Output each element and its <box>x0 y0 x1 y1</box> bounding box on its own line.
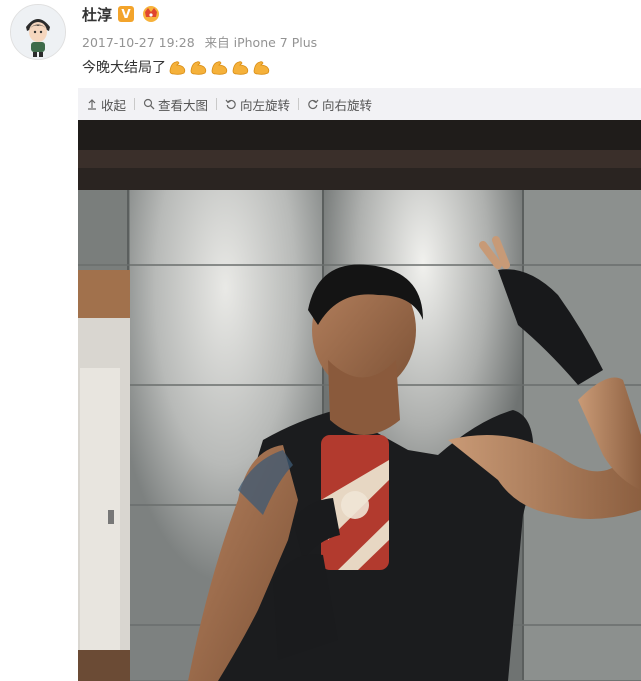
post-header: 杜淳 V 2017-10-27 19:28 来自 iPhone 7 Plus 今… <box>0 0 641 88</box>
post-timestamp[interactable]: 2017-10-27 19:28 <box>82 35 195 50</box>
flexed-biceps-icon <box>190 61 207 75</box>
post-meta: 2017-10-27 19:28 来自 iPhone 7 Plus <box>82 32 317 51</box>
rotate-left-button[interactable]: 向左旋转 <box>217 95 298 114</box>
collapse-label: 收起 <box>101 97 127 113</box>
image-toolbar: 收起 查看大图 向左旋转 向右旋转 <box>78 88 641 120</box>
source-prefix: 来自 <box>204 35 230 50</box>
view-large-button[interactable]: 查看大图 <box>135 95 216 114</box>
post-text-content: 今晚大结局了 <box>82 60 166 76</box>
view-large-label: 查看大图 <box>158 97 209 113</box>
verified-badge: V <box>118 6 134 22</box>
flexed-biceps-icon <box>232 61 249 75</box>
collapse-arrow-icon <box>88 99 96 110</box>
source-device[interactable]: iPhone 7 Plus <box>234 35 318 50</box>
search-icon <box>143 98 155 110</box>
post-text: 今晚大结局了 <box>82 57 273 77</box>
collapse-button[interactable]: 收起 <box>78 95 134 114</box>
post-photo[interactable] <box>78 120 641 681</box>
avatar[interactable] <box>10 4 66 60</box>
emoji-row <box>168 58 273 76</box>
rotate-left-label: 向左旋转 <box>240 97 291 113</box>
flexed-biceps-icon <box>211 61 228 75</box>
flexed-biceps-icon <box>169 61 186 75</box>
flexed-biceps-icon <box>253 61 270 75</box>
rotate-left-icon <box>225 99 236 110</box>
rotate-right-button[interactable]: 向右旋转 <box>299 95 380 114</box>
left-gutter <box>0 88 78 681</box>
rotate-right-icon <box>308 99 319 110</box>
rotate-right-label: 向右旋转 <box>322 97 373 113</box>
author-name[interactable]: 杜淳 <box>82 4 112 25</box>
crown-icon <box>141 3 161 23</box>
